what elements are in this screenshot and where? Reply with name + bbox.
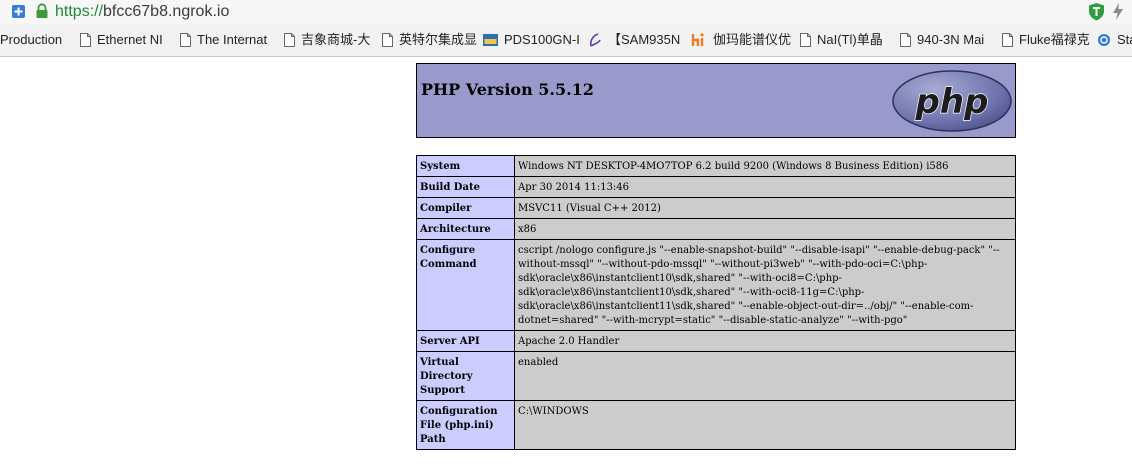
url-text[interactable]: https://bfcc67b8.ngrok.io bbox=[55, 1, 229, 23]
bookmark-label: Production bbox=[0, 32, 63, 47]
bookmark-item[interactable]: 吉象商城-大 bbox=[284, 24, 370, 56]
row-value: enabled bbox=[514, 351, 1016, 401]
address-bar[interactable]: https://bfcc67b8.ngrok.io bbox=[0, 0, 1132, 24]
row-label: Configuration File (php.ini) Path bbox=[416, 400, 515, 450]
bookmark-item[interactable]: 伽玛能谱仪优 bbox=[691, 24, 791, 56]
bookmark-item[interactable]: NaI(Tl)单晶 bbox=[800, 24, 883, 56]
row-label: Configure Command bbox=[416, 239, 515, 331]
row-value: C:\WINDOWS bbox=[514, 400, 1016, 450]
table-row: Compiler MSVC11 (Visual C++ 2012) bbox=[416, 197, 1016, 219]
bookmark-label: 伽玛能谱仪优 bbox=[713, 32, 792, 47]
bookmark-label: 940-3N Mai bbox=[917, 32, 985, 47]
bookmark-label: The Internat bbox=[197, 32, 268, 47]
url-scheme: https:// bbox=[55, 3, 104, 20]
php-version-header: PHP Version 5.5.12 php bbox=[416, 63, 1016, 138]
row-value: cscript /nologo configure.js "--enable-s… bbox=[514, 239, 1016, 331]
bookmark-item[interactable]: Fluke福禄克 bbox=[1002, 24, 1090, 56]
bookmark-label: 吉象商城-大 bbox=[301, 32, 371, 47]
bookmarks-bar: Production Ethernet NI The Internat 吉象商城… bbox=[0, 24, 1132, 57]
globe-icon bbox=[1097, 33, 1111, 47]
table-row: Architecture x86 bbox=[416, 218, 1016, 240]
row-label: Architecture bbox=[416, 218, 515, 240]
bookmark-label: 英特尔集成显 bbox=[399, 32, 478, 47]
extension-plus-icon[interactable] bbox=[12, 5, 25, 18]
table-row: Virtual Directory Support enabled bbox=[416, 351, 1016, 401]
table-row: System Windows NT DESKTOP-4MO7TOP 6.2 bu… bbox=[416, 155, 1016, 177]
page-icon bbox=[900, 33, 911, 47]
row-label: Virtual Directory Support bbox=[416, 351, 515, 401]
url-host: bfcc67b8.ngrok.io bbox=[103, 3, 230, 20]
bookmark-label: NaI(Tl)单晶 bbox=[817, 32, 883, 47]
page-icon bbox=[180, 33, 191, 47]
row-label: Build Date bbox=[416, 176, 515, 198]
table-row: Build Date Apr 30 2014 11:13:46 bbox=[416, 176, 1016, 198]
table-row: Configure Command cscript /nologo config… bbox=[416, 239, 1016, 331]
shield-extension-icon[interactable] bbox=[1088, 2, 1105, 21]
row-label: Server API bbox=[416, 330, 515, 352]
bookmark-item[interactable]: 英特尔集成显 bbox=[382, 24, 477, 56]
table-row: Server API Apache 2.0 Handler bbox=[416, 330, 1016, 352]
page-title: PHP Version 5.5.12 bbox=[421, 80, 594, 99]
bookmark-label: 【SAM935N bbox=[608, 32, 681, 47]
page-icon bbox=[80, 33, 91, 47]
php-logo[interactable]: php bbox=[891, 69, 1013, 133]
row-value: Apr 30 2014 11:13:46 bbox=[514, 176, 1016, 198]
bookmark-item[interactable]: The Internat bbox=[180, 24, 267, 56]
row-label: System bbox=[416, 155, 515, 177]
script-icon bbox=[588, 33, 602, 47]
bookmark-label: Ethernet NI bbox=[97, 32, 163, 47]
bookmark-item[interactable]: Sta bbox=[1097, 24, 1132, 56]
page-icon bbox=[382, 33, 393, 47]
bookmark-item[interactable]: 【SAM935N bbox=[588, 24, 680, 56]
bookmark-label: Sta bbox=[1117, 32, 1132, 47]
bookmark-item[interactable]: Production bbox=[0, 24, 62, 56]
row-value: x86 bbox=[514, 218, 1016, 240]
bookmark-item[interactable]: 940-3N Mai bbox=[900, 24, 984, 56]
row-value: Apache 2.0 Handler bbox=[514, 330, 1016, 352]
pds-icon bbox=[483, 33, 498, 47]
table-row: Configuration File (php.ini) Path C:\WIN… bbox=[416, 400, 1016, 450]
bookmark-label: PDS100GN-I bbox=[504, 32, 580, 47]
bolt-icon[interactable] bbox=[1112, 3, 1124, 20]
php-logo-text: php bbox=[915, 82, 989, 122]
page-icon bbox=[284, 33, 295, 47]
hi-icon bbox=[691, 33, 707, 47]
php-info-table: System Windows NT DESKTOP-4MO7TOP 6.2 bu… bbox=[416, 155, 1016, 450]
page-icon bbox=[800, 33, 811, 47]
row-value: Windows NT DESKTOP-4MO7TOP 6.2 build 920… bbox=[514, 155, 1016, 177]
row-label: Compiler bbox=[416, 197, 515, 219]
page-icon bbox=[1002, 33, 1013, 47]
bookmark-item[interactable]: PDS100GN-I bbox=[483, 24, 580, 56]
row-value: MSVC11 (Visual C++ 2012) bbox=[514, 197, 1016, 219]
bookmark-label: Fluke福禄克 bbox=[1019, 32, 1090, 47]
lock-icon bbox=[36, 3, 48, 18]
bookmark-item[interactable]: Ethernet NI bbox=[80, 24, 163, 56]
